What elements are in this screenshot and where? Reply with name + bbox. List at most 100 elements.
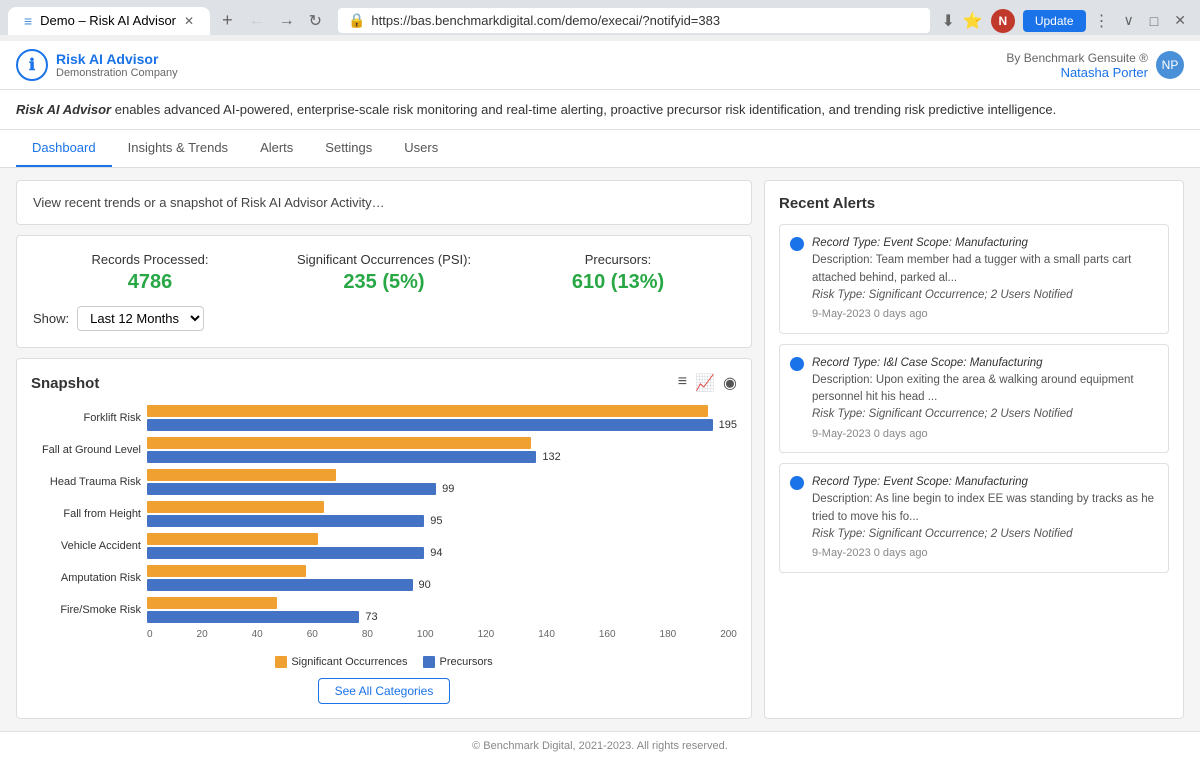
chart-header: Snapshot ≡ 📈 ◉: [31, 373, 737, 393]
bar-orange: [147, 597, 277, 609]
show-select[interactable]: Last 12 Months Last 6 Months Last 3 Mont…: [77, 306, 204, 331]
precursors-value: 610 (13%): [501, 271, 735, 294]
bar-label: Amputation Risk: [31, 572, 141, 584]
bar-container: 94: [147, 533, 737, 559]
bar-container: 132: [147, 437, 737, 463]
bar-label: Forklift Risk: [31, 412, 141, 424]
bar-orange: [147, 437, 531, 449]
stat-precursors: Precursors: 610 (13%): [501, 252, 735, 294]
bar-value: 99: [442, 483, 454, 495]
new-tab-button[interactable]: +: [214, 6, 241, 35]
tab-close-icon[interactable]: ✕: [184, 14, 194, 28]
alert-type-1: Record Type: Event Scope: Manufacturing: [812, 235, 1158, 252]
alert-risk-2: Risk Type: Significant Occurrence; 2 Use…: [812, 406, 1158, 423]
bar-value: 95: [430, 515, 442, 527]
logo-icon: ℹ: [16, 49, 48, 81]
browser-chrome: ≡ Demo – Risk AI Advisor ✕ + ← → ↻ 🔒 ⬇ ⭐…: [0, 0, 1200, 35]
records-label: Records Processed:: [33, 252, 267, 267]
alert-desc-1: Description: Team member had a tugger wi…: [812, 252, 1158, 287]
main-tabs: Dashboard Insights & Trends Alerts Setti…: [0, 130, 1200, 168]
legend-precursors: Precursors: [423, 656, 492, 668]
tab-settings[interactable]: Settings: [309, 130, 388, 167]
alert-dot-2: [790, 357, 804, 371]
lock-icon: 🔒: [348, 12, 365, 29]
win-max-button[interactable]: □: [1144, 10, 1164, 31]
tab-insights-trends[interactable]: Insights & Trends: [112, 130, 244, 167]
alert-time-3: 9-May-2023 0 days ago: [812, 545, 1158, 562]
tab-title: Demo – Risk AI Advisor: [40, 13, 176, 28]
tab-dashboard[interactable]: Dashboard: [16, 130, 112, 167]
description-banner: Risk AI Advisor enables advanced AI-powe…: [0, 90, 1200, 130]
legend-significant-label: Significant Occurrences: [291, 656, 407, 668]
records-value: 4786: [33, 271, 267, 294]
pie-chart-icon[interactable]: ◉: [723, 373, 737, 393]
bar-container: 195: [147, 405, 737, 431]
bar-blue: [147, 483, 436, 495]
legend-precursors-label: Precursors: [439, 656, 492, 668]
bar-chart-icon[interactable]: ≡: [678, 373, 687, 393]
legend-orange-dot: [275, 656, 287, 668]
see-all-button[interactable]: See All Categories: [318, 678, 451, 704]
user-avatar[interactable]: NP: [1156, 51, 1184, 79]
user-name[interactable]: Natasha Porter: [1006, 65, 1148, 80]
show-row: Show: Last 12 Months Last 6 Months Last …: [33, 306, 735, 331]
x-axis: 0 20 40 60 80 100 120 140 160 180 200: [31, 629, 737, 640]
browser-top-bar: ≡ Demo – Risk AI Advisor ✕ + ← → ↻ 🔒 ⬇ ⭐…: [8, 6, 1192, 35]
alert-dot-1: [790, 237, 804, 251]
bookmark-icon[interactable]: ⭐: [963, 11, 983, 31]
browser-menu-button[interactable]: ⋮: [1094, 11, 1110, 31]
bar-chart: Forklift Risk 195: [31, 405, 737, 648]
bar-value: 94: [430, 547, 442, 559]
chart-card: Snapshot ≡ 📈 ◉ Forklift Risk: [16, 358, 752, 719]
alert-dot-3: [790, 476, 804, 490]
download-icon[interactable]: ⬇: [942, 11, 955, 31]
tab-users[interactable]: Users: [388, 130, 454, 167]
tab-alerts[interactable]: Alerts: [244, 130, 309, 167]
stat-records: Records Processed: 4786: [33, 252, 267, 294]
bar-value: 90: [419, 579, 431, 591]
legend-blue-dot: [423, 656, 435, 668]
win-close-button[interactable]: ✕: [1168, 10, 1192, 31]
alerts-card: Recent Alerts Record Type: Event Scope: …: [764, 180, 1184, 719]
bar-orange: [147, 533, 318, 545]
app-name: Risk AI Advisor: [56, 51, 178, 68]
chart-title: Snapshot: [31, 375, 99, 392]
back-button[interactable]: ←: [245, 10, 269, 32]
bar-orange: [147, 565, 306, 577]
profile-icon[interactable]: N: [991, 9, 1015, 33]
bar-container: 95: [147, 501, 737, 527]
content-wrapper: View recent trends or a snapshot of Risk…: [16, 180, 1184, 719]
bar-blue: [147, 547, 424, 559]
bar-blue: [147, 611, 359, 623]
bar-value: 73: [365, 611, 377, 623]
line-chart-icon[interactable]: 📈: [695, 373, 715, 393]
url-bar[interactable]: 🔒: [338, 8, 930, 33]
alerts-title: Recent Alerts: [779, 195, 1169, 212]
browser-tab[interactable]: ≡ Demo – Risk AI Advisor ✕: [8, 7, 210, 35]
app-header: ℹ Risk AI Advisor Demonstration Company …: [0, 41, 1200, 90]
bar-row: Fire/Smoke Risk 73: [31, 597, 737, 623]
alert-content-1: Record Type: Event Scope: Manufacturing …: [812, 235, 1158, 323]
forward-button[interactable]: →: [275, 10, 299, 32]
bar-row: Forklift Risk 195: [31, 405, 737, 431]
bar-label: Fall from Height: [31, 508, 141, 520]
alert-risk-3: Risk Type: Significant Occurrence; 2 Use…: [812, 526, 1158, 543]
bar-row: Fall at Ground Level 132: [31, 437, 737, 463]
snapshot-banner-text: View recent trends or a snapshot of Risk…: [33, 195, 385, 210]
bar-orange: [147, 501, 324, 513]
alert-content-3: Record Type: Event Scope: Manufacturing …: [812, 474, 1158, 562]
header-right: By Benchmark Gensuite ® Natasha Porter N…: [1006, 51, 1184, 80]
right-panel: Recent Alerts Record Type: Event Scope: …: [764, 180, 1184, 719]
stats-row: Records Processed: 4786 Significant Occu…: [33, 252, 735, 294]
bar-container: 99: [147, 469, 737, 495]
benchmark-label: By Benchmark Gensuite ®: [1006, 51, 1148, 65]
alert-type-2: Record Type: I&I Case Scope: Manufacturi…: [812, 355, 1158, 372]
bar-orange: [147, 405, 708, 417]
update-button[interactable]: Update: [1023, 10, 1086, 32]
reload-button[interactable]: ↻: [305, 9, 326, 33]
url-input[interactable]: [371, 13, 919, 28]
left-panel: View recent trends or a snapshot of Risk…: [16, 180, 752, 719]
win-min-button[interactable]: ∨: [1118, 10, 1140, 31]
stat-occurrences: Significant Occurrences (PSI): 235 (5%): [267, 252, 501, 294]
alert-desc-3: Description: As line begin to index EE w…: [812, 491, 1158, 526]
